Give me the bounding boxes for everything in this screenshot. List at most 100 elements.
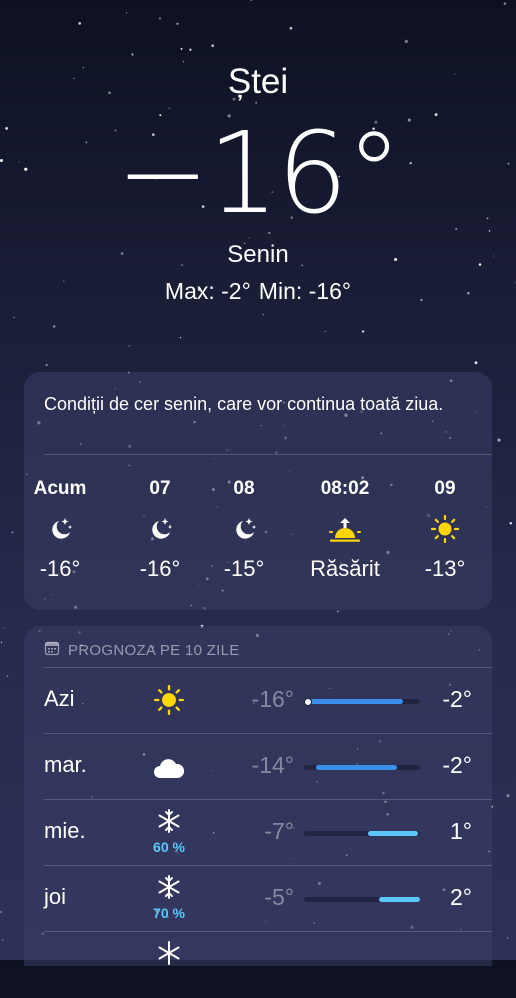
star [189, 48, 192, 51]
hour-label: 07 [149, 478, 171, 499]
precipitation-chance: 70 % [153, 905, 185, 921]
star [289, 26, 293, 30]
hour-label: 08:02 [320, 478, 370, 499]
forecast-low: -5° [264, 884, 294, 910]
temperature-range-bar [303, 697, 420, 706]
star [45, 363, 48, 367]
forecast-day: mar. [44, 752, 87, 777]
ten-day-forecast-card[interactable]: PROGNOZA PE 10 ZILE Azi -16° -2° mar. -1… [24, 626, 492, 966]
star [180, 337, 182, 339]
sun-icon [405, 502, 485, 556]
min-temp: Min: -16° [258, 278, 352, 304]
star [11, 531, 14, 534]
star [488, 230, 491, 232]
moon-stars-icon [120, 502, 200, 556]
forecast-low: -7° [264, 818, 294, 844]
sunrise-label: Răsărit [310, 556, 380, 581]
hour-label: Acum [33, 478, 87, 499]
temperature-range-fill [367, 831, 418, 836]
forecast-day: mie. [44, 818, 86, 843]
forecast-header: PROGNOZA PE 10 ZILE [44, 640, 240, 660]
star [125, 12, 128, 14]
current-temp-marker [303, 697, 312, 706]
hour-item: 08:02 Răsărit [294, 478, 396, 582]
star [128, 345, 131, 347]
star [0, 641, 3, 644]
star [13, 316, 15, 318]
star [158, 17, 162, 20]
current-temperature: −16° [115, 109, 402, 239]
hour-temp: -16° [39, 556, 81, 581]
forecast-header-label: PROGNOZA PE 10 ZILE [68, 641, 240, 659]
star [506, 937, 509, 939]
hour-item: 08 -15° [204, 478, 284, 582]
forecast-high: 2° [450, 884, 472, 910]
forecast-high: -2° [442, 686, 472, 712]
star [509, 522, 513, 525]
hour-item: 07 -16° [120, 478, 200, 582]
star [506, 794, 510, 798]
forecast-day: joi [44, 884, 67, 909]
star [6, 675, 9, 677]
star [404, 39, 408, 44]
temperature-range-bar [304, 765, 420, 770]
forecast-high: -2° [442, 752, 472, 778]
star [255, 101, 258, 104]
star [262, 314, 264, 316]
star [474, 361, 478, 365]
snowflake-icon: 60 % [144, 808, 194, 855]
hour-label: 09 [434, 478, 456, 499]
snowflake-icon: 70 % [144, 874, 194, 921]
star [180, 47, 183, 50]
star [131, 53, 134, 56]
star [337, 610, 339, 613]
calendar-icon [44, 640, 60, 660]
star [0, 911, 2, 913]
condition-summary: Condiții de cer senin, care vor continua… [44, 394, 444, 414]
forecast-row[interactable]: mie. 60 % -7° 1° [24, 800, 492, 866]
hour-temp: -15° [223, 556, 265, 581]
high-low: Max: -2° Min: -16° [0, 278, 516, 305]
star [324, 330, 326, 332]
temperature-range-bar [304, 897, 420, 902]
star [52, 325, 56, 328]
sunrise-icon [294, 502, 396, 556]
star [176, 22, 179, 25]
forecast-day: Azi [44, 686, 75, 711]
forecast-row[interactable]: mar. -14° -2° [24, 734, 492, 800]
cloud-icon [144, 742, 194, 788]
snowflake-icon [144, 940, 194, 971]
star [250, 0, 253, 2]
forecast-row-partial[interactable] [24, 932, 492, 998]
star [3, 627, 5, 629]
moon-stars-icon [20, 502, 100, 556]
moon-stars-icon [204, 502, 284, 556]
temperature-range-fill [315, 765, 397, 770]
star [211, 44, 215, 48]
card-divider [44, 454, 492, 455]
forecast-high: 1° [450, 818, 472, 844]
hour-label: 08 [233, 478, 255, 499]
forecast-row[interactable]: Azi -16° -2° [24, 668, 492, 734]
star [361, 330, 365, 333]
hourly-forecast-card[interactable]: Condiții de cer senin, care vor continua… [24, 372, 492, 610]
star [78, 22, 82, 25]
forecast-low: -14° [251, 752, 294, 778]
hour-item: Acum -16° [20, 478, 100, 582]
sun-icon [144, 676, 194, 721]
temperature-range-bar [304, 831, 420, 836]
precipitation-chance: 60 % [153, 839, 185, 855]
star [497, 438, 501, 442]
hour-temp: -16° [139, 556, 181, 581]
star [503, 2, 507, 5]
forecast-low: -16° [251, 686, 294, 712]
current-condition: Senin [227, 241, 289, 268]
temperature-range-fill [379, 897, 420, 902]
temperature-range-fill [309, 699, 403, 704]
hour-item: 09 -13° [405, 478, 485, 582]
max-temp: Max: -2° [164, 278, 251, 304]
city-name: Ștei [227, 62, 289, 101]
star [434, 113, 438, 117]
forecast-row[interactable]: joi 70 % -5° 2° [24, 866, 492, 932]
hour-temp: -13° [424, 556, 466, 581]
